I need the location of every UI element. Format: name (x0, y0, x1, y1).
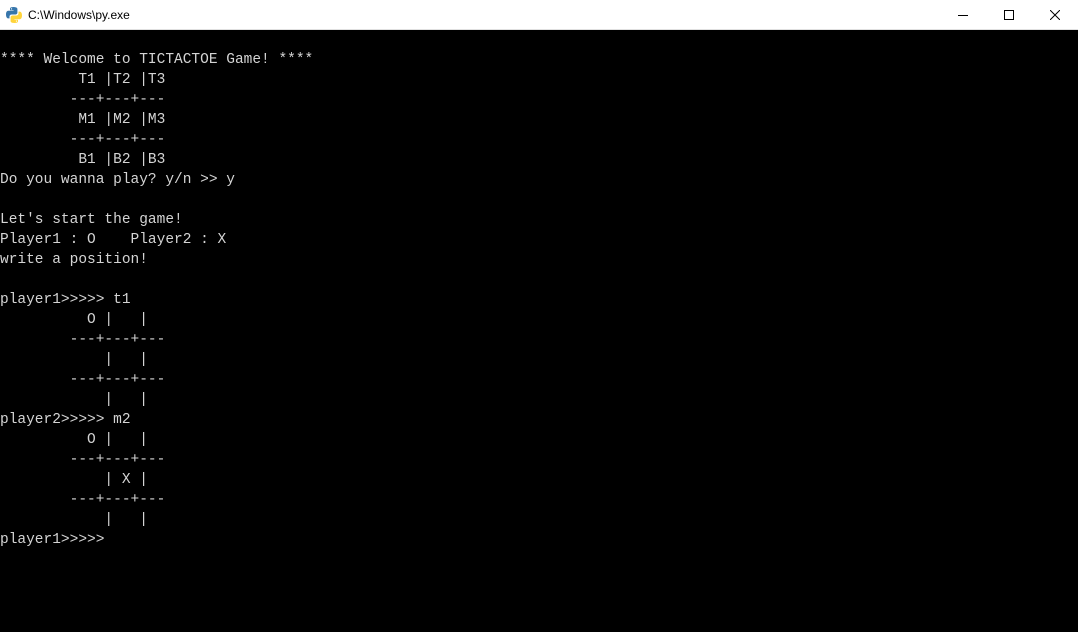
terminal-line: **** Welcome to TICTACTOE Game! **** (0, 52, 313, 68)
terminal-line: player2>>>>> m2 (0, 412, 131, 428)
terminal-line: | X | (0, 472, 148, 488)
terminal-output[interactable]: **** Welcome to TICTACTOE Game! **** T1 … (0, 30, 1078, 632)
terminal-line: O | | (0, 432, 148, 448)
terminal-line: ---+---+--- (0, 132, 165, 148)
terminal-line: player1>>>>> (0, 532, 104, 548)
maximize-button[interactable] (986, 0, 1032, 29)
terminal-line: | | (0, 392, 148, 408)
titlebar: C:\Windows\py.exe (0, 0, 1078, 30)
terminal-line: T1 |T2 |T3 (0, 72, 165, 88)
terminal-line: ---+---+--- (0, 92, 165, 108)
close-button[interactable] (1032, 0, 1078, 29)
terminal-line: ---+---+--- (0, 332, 165, 348)
terminal-line: write a position! (0, 252, 148, 268)
terminal-line: ---+---+--- (0, 492, 165, 508)
window-controls (940, 0, 1078, 29)
terminal-line: ---+---+--- (0, 372, 165, 388)
terminal-line: Let's start the game! (0, 212, 183, 228)
terminal-line: player1>>>>> t1 (0, 292, 131, 308)
window-title: C:\Windows\py.exe (28, 8, 940, 22)
terminal-line: | | (0, 352, 148, 368)
terminal-line: Player1 : O Player2 : X (0, 232, 226, 248)
terminal-line: ---+---+--- (0, 452, 165, 468)
python-icon (6, 7, 22, 23)
terminal-line: M1 |M2 |M3 (0, 112, 165, 128)
terminal-line: O | | (0, 312, 148, 328)
minimize-button[interactable] (940, 0, 986, 29)
terminal-line: Do you wanna play? y/n >> y (0, 172, 235, 188)
terminal-line: | | (0, 512, 148, 528)
terminal-line: B1 |B2 |B3 (0, 152, 165, 168)
